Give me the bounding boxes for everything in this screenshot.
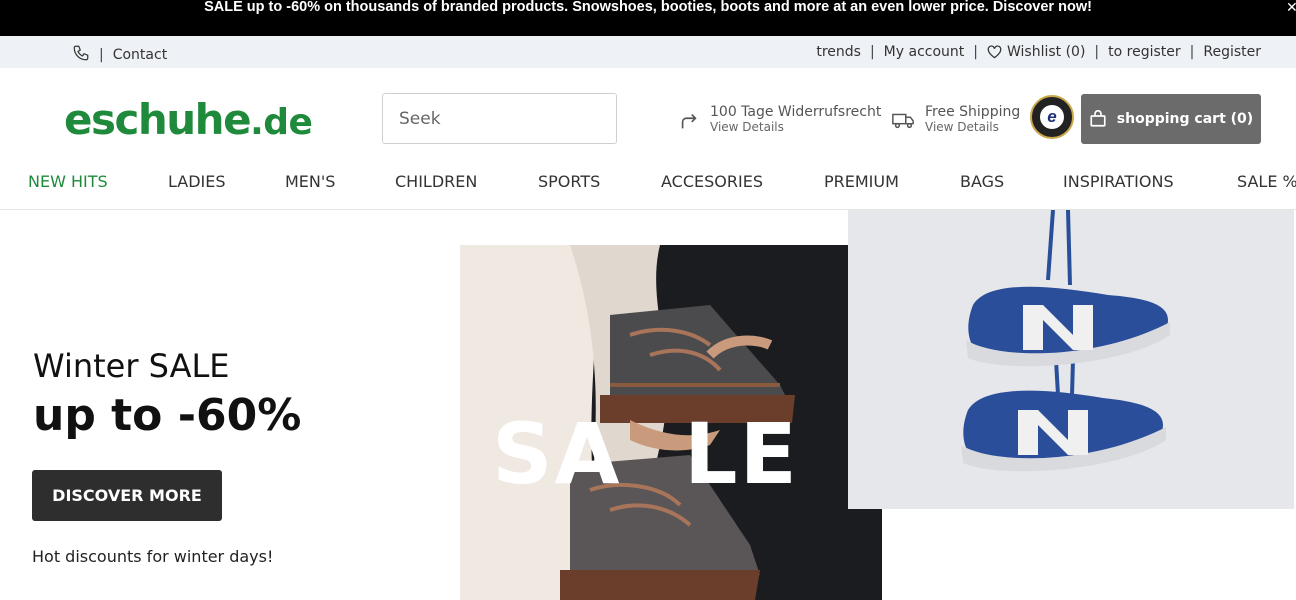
nav-sale[interactable]: SALE % [1237,172,1296,191]
register-link[interactable]: Register [1203,44,1261,60]
sneakers-illustration [848,210,1294,509]
sale-overlay-word: SA LE [492,405,799,503]
discover-more-button[interactable]: DISCOVER MORE [32,470,222,521]
nav-inspirations[interactable]: INSPIRATIONS [1063,172,1174,191]
to-register-link[interactable]: to register [1108,44,1181,60]
nav-ladies[interactable]: LADIES [168,172,226,191]
trends-link[interactable]: trends [816,44,861,60]
promo-text[interactable]: SALE up to -60% on thousands of branded … [204,0,1092,15]
contact-link[interactable]: Contact [113,47,167,63]
logo-main: eschuhe [64,95,252,144]
nav-new-hits[interactable]: NEW HITS [28,172,108,191]
hero-title: Winter SALE [33,347,230,385]
sale-boots-image[interactable]: SA LE [460,245,882,600]
badge-letter: e [1040,105,1064,129]
nav-sports[interactable]: SPORTS [538,172,600,191]
logo-tld: .de [250,102,313,143]
utility-bar: | Contact trends | My account | Wishlist… [0,36,1296,68]
return-policy-perk[interactable]: 100 Tage Widerrufsrecht View Details [678,104,881,136]
sneakers-image[interactable] [848,210,1294,509]
nav-bags[interactable]: BAGS [960,172,1004,191]
promo-bar[interactable]: SALE up to -60% on thousands of branded … [0,0,1296,36]
shopping-bag-icon [1090,110,1106,127]
separator: | [869,44,875,60]
separator: | [1189,44,1195,60]
hero-discount: up to -60% [33,390,302,441]
perk-details-link[interactable]: View Details [710,120,881,134]
shipping-perk[interactable]: Free Shipping View Details [891,104,1020,134]
nav-premium[interactable]: PREMIUM [824,172,899,191]
site-logo[interactable]: eschuhe.de [64,95,313,145]
search-input[interactable] [383,94,616,143]
nav-accesories[interactable]: ACCESORIES [661,172,763,191]
truck-icon [891,110,915,134]
phone-icon[interactable] [72,44,90,66]
nav-mens[interactable]: MEN'S [285,172,335,191]
hero-subtitle: Hot discounts for winter days! [32,547,274,566]
perk-title: 100 Tage Widerrufsrecht [710,104,882,120]
search-bar [382,93,617,144]
wishlist-link[interactable]: Wishlist (0) [1007,44,1085,60]
shopping-cart-button[interactable]: shopping cart (0) [1081,94,1261,144]
close-icon[interactable]: ✕ [1286,0,1296,14]
separator: | [1094,44,1100,60]
hero-headline: Winter SALE up to -60% [33,346,301,442]
perk-title: Free Shipping [925,104,1021,120]
main-nav: NEW HITS LADIES MEN'S CHILDREN SPORTS AC… [0,160,1296,210]
nav-children[interactable]: CHILDREN [395,172,477,191]
perk-details-link[interactable]: View Details [925,120,1020,134]
separator: | [973,44,978,60]
heart-icon[interactable] [987,45,1002,59]
my-account-link[interactable]: My account [884,44,965,60]
cart-label: shopping cart (0) [1116,111,1254,127]
trusted-shops-badge[interactable]: e [1030,95,1074,139]
return-arrow-icon [678,110,700,136]
separator: | [99,47,104,63]
